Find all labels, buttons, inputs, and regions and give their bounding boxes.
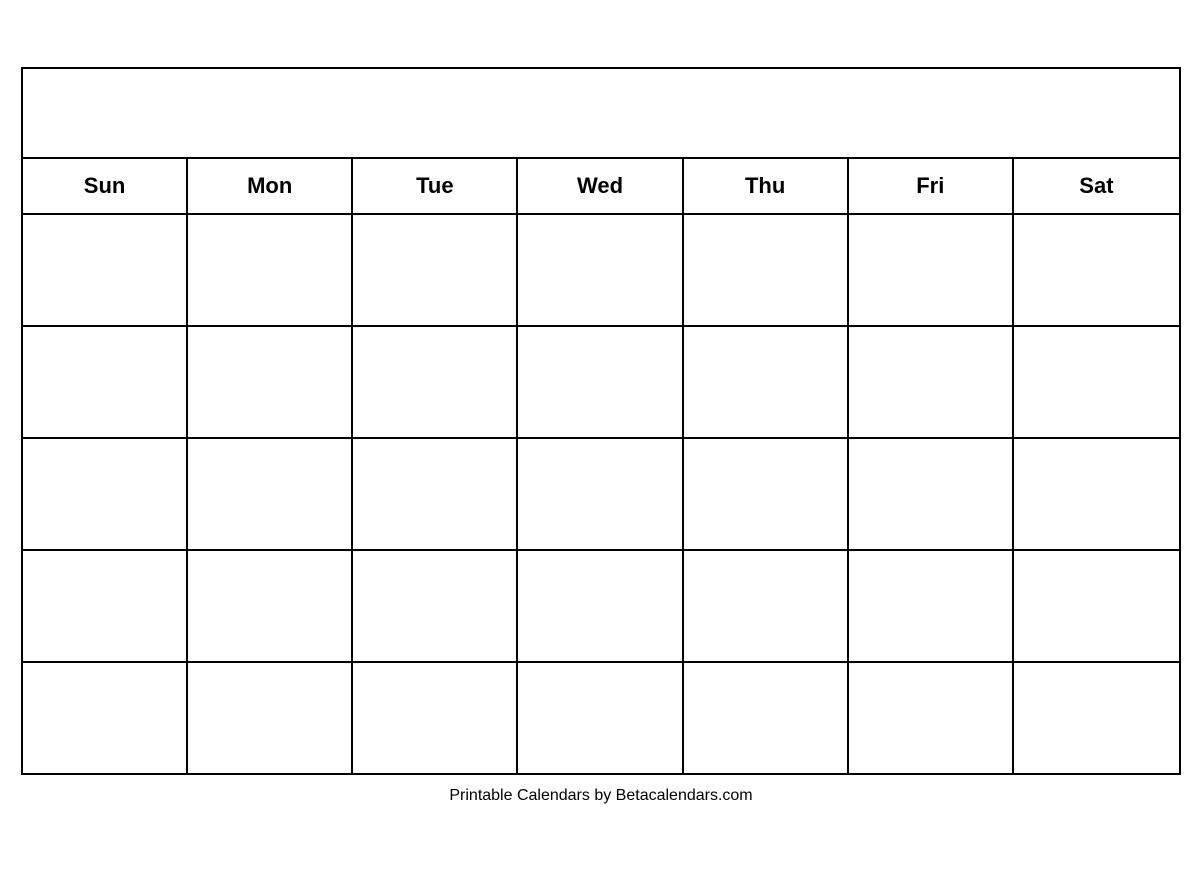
calendar-cell [1014,663,1179,773]
calendar-cell [849,215,1014,325]
calendar-row-2 [23,327,1179,439]
calendar-cell [684,327,849,437]
day-header-sun: Sun [23,159,188,213]
calendar-cell [188,663,353,773]
calendar-row-5 [23,663,1179,773]
calendar-cell [1014,551,1179,661]
calendar-cell [518,551,683,661]
calendar-cell [188,215,353,325]
day-header-fri: Fri [849,159,1014,213]
calendar-cell [518,439,683,549]
calendar-cell [849,439,1014,549]
day-header-tue: Tue [353,159,518,213]
calendar-cell [849,551,1014,661]
day-header-sat: Sat [1014,159,1179,213]
calendar-cell [353,663,518,773]
calendar-cell [1014,439,1179,549]
calendar: Sun Mon Tue Wed Thu Fri Sat [21,67,1181,775]
page-wrapper: Sun Mon Tue Wed Thu Fri Sat [21,67,1181,805]
day-header-mon: Mon [188,159,353,213]
calendar-cell [188,551,353,661]
calendar-cell [849,663,1014,773]
calendar-cell [684,215,849,325]
calendar-cell [23,439,188,549]
calendar-cell [353,215,518,325]
calendar-body [23,215,1179,773]
calendar-cell [23,215,188,325]
calendar-cell [518,327,683,437]
calendar-cell [188,327,353,437]
calendar-cell [1014,215,1179,325]
day-header-wed: Wed [518,159,683,213]
calendar-row-1 [23,215,1179,327]
calendar-header: Sun Mon Tue Wed Thu Fri Sat [23,159,1179,215]
calendar-cell [518,215,683,325]
calendar-cell [1014,327,1179,437]
calendar-title-row [23,69,1179,159]
calendar-cell [188,439,353,549]
calendar-cell [684,439,849,549]
calendar-cell [23,551,188,661]
calendar-cell [23,663,188,773]
calendar-cell [23,327,188,437]
calendar-row-4 [23,551,1179,663]
calendar-cell [849,327,1014,437]
calendar-cell [684,551,849,661]
calendar-cell [684,663,849,773]
calendar-cell [353,327,518,437]
footer-text: Printable Calendars by Betacalendars.com [449,787,752,805]
calendar-cell [353,551,518,661]
calendar-row-3 [23,439,1179,551]
calendar-cell [518,663,683,773]
day-header-thu: Thu [684,159,849,213]
calendar-cell [353,439,518,549]
